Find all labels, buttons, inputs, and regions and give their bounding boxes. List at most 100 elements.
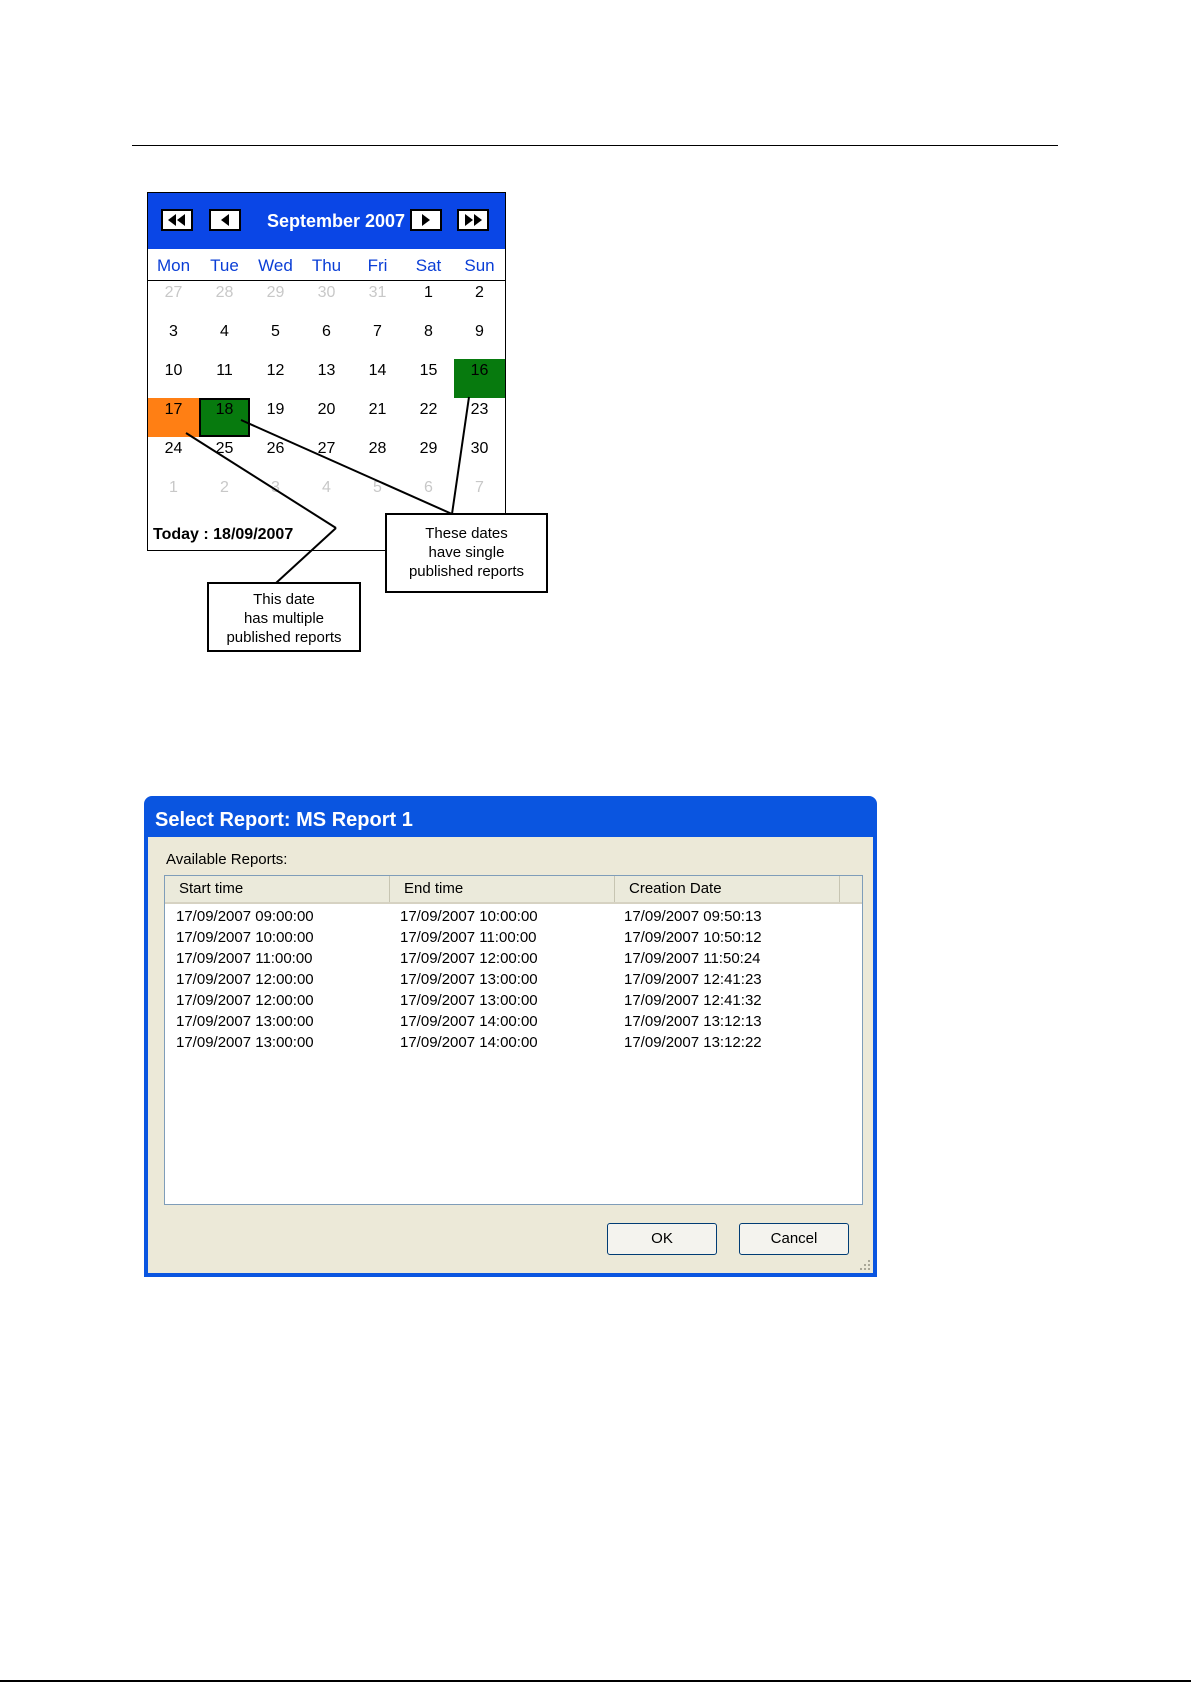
ok-button[interactable]: OK (607, 1223, 717, 1255)
creation-date-cell: 17/09/2007 11:50:24 (624, 950, 761, 967)
day-cell[interactable]: 18 (199, 398, 250, 437)
day-cell[interactable]: 15 (403, 359, 454, 398)
day-cell[interactable]: 27 (301, 437, 352, 476)
day-cell[interactable]: 2 (454, 281, 505, 320)
day-cell[interactable]: 23 (454, 398, 505, 437)
callout-multiple-line-2: has multiple (243, 610, 325, 627)
weekday-sat: Sat (415, 256, 442, 275)
start-time-cell: 17/09/2007 12:00:00 (176, 992, 314, 1009)
creation-date-cell: 17/09/2007 13:12:13 (624, 1013, 762, 1030)
creation-date-cell: 17/09/2007 13:12:22 (624, 1034, 762, 1051)
day-cell[interactable]: 13 (301, 359, 352, 398)
next-page-button[interactable] (410, 209, 442, 231)
last-page-button[interactable] (457, 209, 489, 231)
column-creation-date[interactable]: Creation Date (615, 876, 840, 902)
end-time-cell: 17/09/2007 14:00:00 (400, 1013, 538, 1030)
start-time-cell: 17/09/2007 11:00:00 (176, 950, 313, 967)
double-right-arrow-icon (465, 214, 482, 226)
creation-date-cell: 17/09/2007 12:41:32 (624, 992, 762, 1009)
end-time-cell: 17/09/2007 13:00:00 (400, 992, 538, 1009)
day-cell[interactable]: 3 (148, 320, 199, 359)
end-time-cell: 17/09/2007 13:00:00 (400, 971, 538, 988)
right-arrow-icon (422, 214, 430, 226)
column-end-time[interactable]: End time (390, 876, 615, 902)
day-cell[interactable]: 16 (454, 359, 505, 398)
select-report-dialog: Select Report: MS Report 1 Available Rep… (144, 796, 877, 1277)
day-cell-other-month[interactable]: 27 (148, 281, 199, 320)
table-row[interactable]: 17/09/2007 13:00:00 17/09/2007 14:00:00 17… (165, 1011, 862, 1032)
day-cell[interactable]: 22 (403, 398, 454, 437)
double-left-arrow-icon (168, 214, 185, 226)
table-row[interactable]: 17/09/2007 12:00:00 17/09/2007 13:00:00 17… (165, 990, 862, 1011)
day-cell[interactable]: 28 (352, 437, 403, 476)
callout-multiple-reports: This date has multiple published reports (207, 582, 361, 652)
day-cell-other-month[interactable]: 2 (199, 476, 250, 515)
day-cell-other-month[interactable]: 5 (352, 476, 403, 515)
day-cell[interactable]: 30 (454, 437, 505, 476)
reports-list[interactable]: Start time End time Creation Date 17/09/… (164, 875, 863, 1205)
callout-single-line-1: These dates (425, 525, 508, 542)
weekday-thu: Thu (311, 256, 342, 275)
creation-date-cell: 17/09/2007 12:41:23 (624, 971, 762, 988)
day-cell-other-month[interactable]: 3 (250, 476, 301, 515)
day-cell[interactable]: 7 (352, 320, 403, 359)
day-cell[interactable]: 17 (148, 398, 199, 437)
month-label: September 2007 (266, 211, 406, 231)
table-row[interactable]: 17/09/2007 09:00:00 17/09/2007 10:00:00 17… (165, 906, 862, 927)
column-start-time[interactable]: Start time (165, 876, 390, 902)
start-time-cell: 17/09/2007 13:00:00 (176, 1013, 314, 1030)
first-page-button[interactable] (161, 209, 193, 231)
dialog-title: Select Report: MS Report 1 (155, 809, 413, 831)
callout-single-reports: These dates have single published report… (385, 513, 548, 593)
day-cell[interactable]: 4 (199, 320, 250, 359)
prev-page-button[interactable] (209, 209, 241, 231)
day-cell-other-month[interactable]: 31 (352, 281, 403, 320)
day-cell[interactable]: 12 (250, 359, 301, 398)
table-row[interactable]: 17/09/2007 11:00:00 17/09/2007 12:00:00 17… (165, 948, 862, 969)
table-row[interactable]: 17/09/2007 12:00:00 17/09/2007 13:00:00 17… (165, 969, 862, 990)
day-cell-other-month[interactable]: 28 (199, 281, 250, 320)
start-time-cell: 17/09/2007 10:00:00 (176, 929, 314, 946)
weekday-mon: Mon (156, 256, 191, 275)
day-cell[interactable]: 19 (250, 398, 301, 437)
day-cell[interactable]: 10 (148, 359, 199, 398)
day-cell[interactable]: 25 (199, 437, 250, 476)
weekday-fri: Fri (367, 256, 388, 275)
table-row[interactable]: 17/09/2007 10:00:00 17/09/2007 11:00:00 17… (165, 927, 862, 948)
day-cell-other-month[interactable]: 1 (148, 476, 199, 515)
day-cell-other-month[interactable]: 6 (403, 476, 454, 515)
day-cell[interactable]: 8 (403, 320, 454, 359)
calendar-header: September 2007 (148, 193, 505, 249)
creation-date-cell: 17/09/2007 10:50:12 (624, 929, 762, 946)
start-time-cell: 17/09/2007 09:00:00 (176, 908, 314, 925)
day-cell[interactable]: 9 (454, 320, 505, 359)
callout-multiple-line-3: published reports (226, 629, 342, 646)
end-time-cell: 17/09/2007 11:00:00 (400, 929, 537, 946)
day-cell[interactable]: 5 (250, 320, 301, 359)
day-cell[interactable]: 1 (403, 281, 454, 320)
day-cell[interactable]: 6 (301, 320, 352, 359)
day-cell-other-month[interactable]: 7 (454, 476, 505, 515)
today-label: Today : 18/09/2007 (153, 526, 294, 543)
day-cell[interactable]: 20 (301, 398, 352, 437)
day-cell[interactable]: 24 (148, 437, 199, 476)
callout-multiple-line-1: This date (253, 591, 315, 608)
cancel-button[interactable]: Cancel (739, 1223, 849, 1255)
resize-grip-icon[interactable] (859, 1259, 871, 1271)
day-cell-other-month[interactable]: 4 (301, 476, 352, 515)
day-cell-other-month[interactable]: 29 (250, 281, 301, 320)
day-cell[interactable]: 21 (352, 398, 403, 437)
start-time-cell: 17/09/2007 12:00:00 (176, 971, 314, 988)
table-row[interactable]: 17/09/2007 13:00:00 17/09/2007 14:00:00 17… (165, 1032, 862, 1053)
available-reports-label: Available Reports: (166, 851, 288, 868)
day-cell[interactable]: 11 (199, 359, 250, 398)
weekday-tue: Tue (210, 256, 239, 275)
day-cell[interactable]: 14 (352, 359, 403, 398)
weekday-wed: Wed (258, 256, 293, 275)
day-cell[interactable]: 29 (403, 437, 454, 476)
left-arrow-icon (221, 214, 229, 226)
day-cell-other-month[interactable]: 30 (301, 281, 352, 320)
callout-single-line-3: published reports (408, 563, 525, 580)
end-time-cell: 17/09/2007 12:00:00 (400, 950, 538, 967)
day-cell[interactable]: 26 (250, 437, 301, 476)
